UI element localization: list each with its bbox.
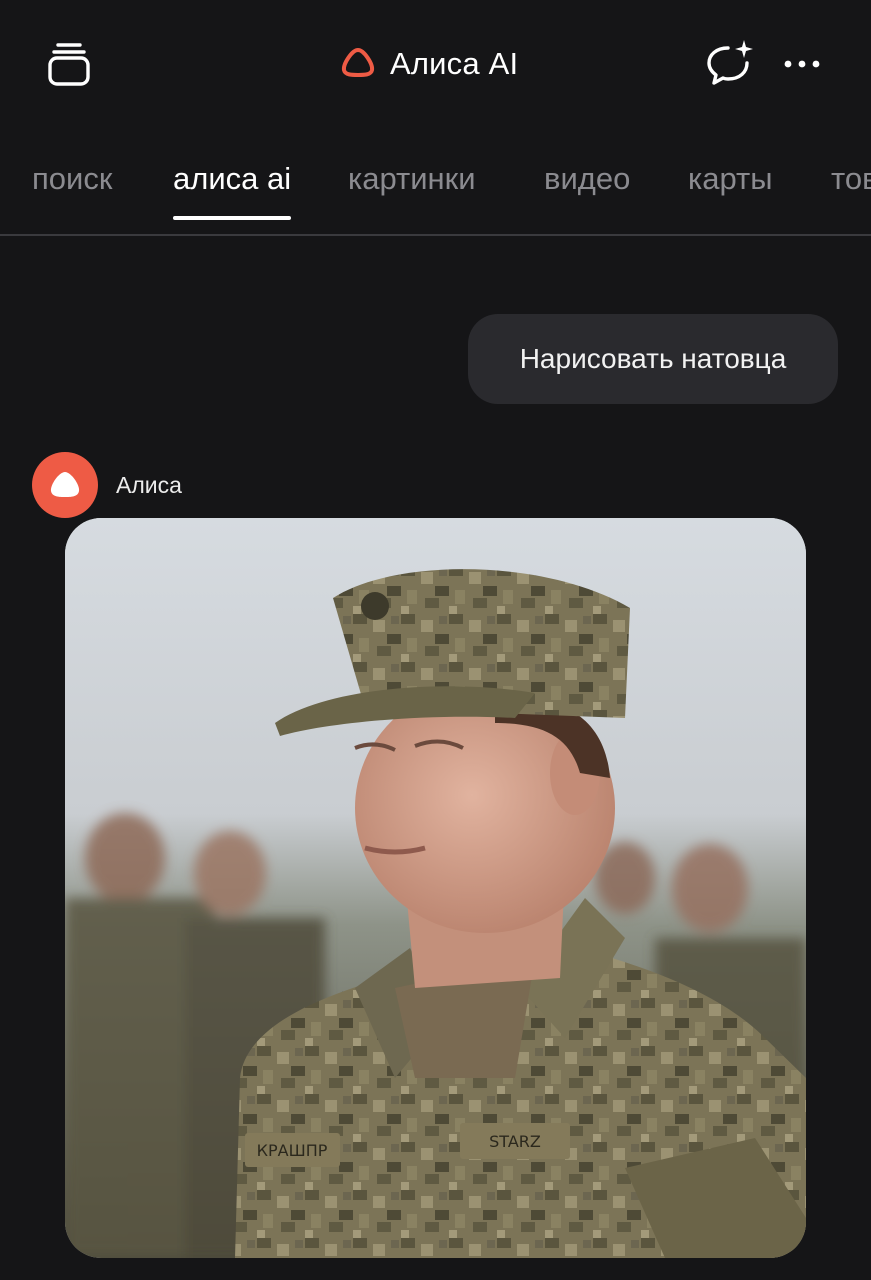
assistant-name: Алиса	[116, 471, 182, 498]
name-tape-left: КРАШПР	[257, 1141, 328, 1160]
more-dots-icon[interactable]	[776, 40, 828, 88]
tabs-stack-icon[interactable]	[40, 36, 98, 92]
tab-alice-ai[interactable]: алиса ai	[173, 160, 292, 220]
alice-avatar	[32, 452, 98, 518]
new-chat-sparkle-icon[interactable]	[700, 36, 760, 92]
alice-logo-icon	[340, 46, 376, 83]
assistant-header: Алиса	[32, 452, 182, 518]
name-tape-right: STARZ	[489, 1132, 541, 1151]
top-bar: Алиса AI	[0, 0, 871, 130]
tab-video[interactable]: видео	[544, 160, 630, 220]
tab-search[interactable]: поиск	[32, 160, 112, 220]
user-message-bubble[interactable]: Нарисовать натовца	[468, 314, 838, 404]
tab-maps[interactable]: карты	[688, 160, 773, 220]
user-message-text: Нарисовать натовца	[519, 343, 787, 374]
app-title: Алиса AI	[390, 46, 519, 81]
service-tabs: поиск алиса ai картинки видео карты това…	[0, 148, 871, 236]
brand: Алиса AI	[340, 38, 518, 90]
alice-ai-screen: Алиса AI поиск алиса ai картинки видео к…	[0, 0, 871, 1280]
generated-soldier-image[interactable]: КРАШПР STARZ	[65, 518, 806, 1258]
tab-images[interactable]: картинки	[348, 160, 476, 220]
tab-products[interactable]: товары	[831, 160, 871, 220]
